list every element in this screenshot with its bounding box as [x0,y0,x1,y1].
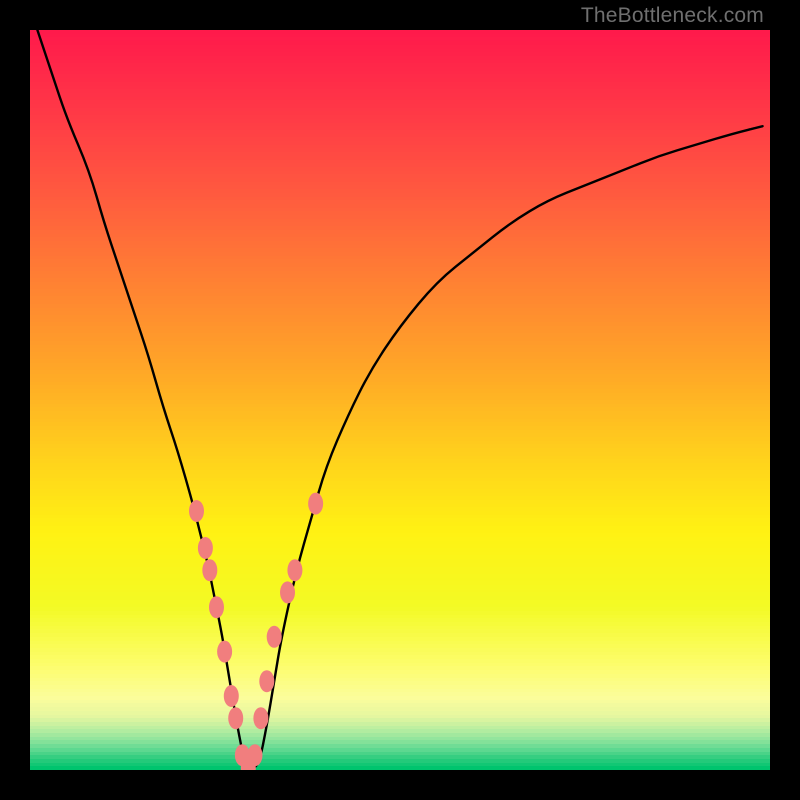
plot-area [30,30,770,770]
data-point [198,537,213,559]
data-point [189,500,204,522]
data-point [280,581,295,603]
data-point [253,707,268,729]
data-point [217,641,232,663]
data-point [209,596,224,618]
watermark-text: TheBottleneck.com [581,4,764,28]
data-point [202,559,217,581]
data-point [247,744,262,766]
data-point [267,626,282,648]
data-point [308,493,323,515]
bottleneck-curve [37,30,762,768]
data-point [259,670,274,692]
chart-container: TheBottleneck.com [0,0,800,800]
data-point [224,685,239,707]
data-point [228,707,243,729]
data-point [287,559,302,581]
curve-layer [30,30,770,770]
